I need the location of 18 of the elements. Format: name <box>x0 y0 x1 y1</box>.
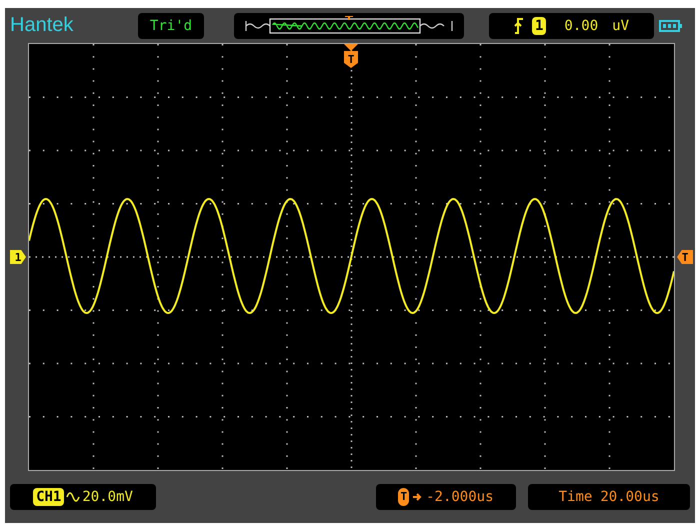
trigger-position-arrow-icon <box>344 44 358 51</box>
timebase-label: Time <box>558 489 592 505</box>
battery-icon <box>659 20 683 32</box>
trigger-level-unit: uV <box>612 18 629 34</box>
position-value: -2.000us <box>426 489 494 505</box>
trigger-level-marker[interactable]: T <box>677 250 693 264</box>
timebase-value: 20.00us <box>600 489 660 505</box>
channel-marker[interactable]: 1 <box>10 250 26 264</box>
brand-logo: Hantek <box>10 14 74 37</box>
trigger-position-icon: T <box>398 488 410 506</box>
channel-scale: 20.0mV <box>82 489 133 505</box>
right-arrow-icon <box>413 492 422 502</box>
rising-edge-icon <box>514 18 524 34</box>
channel-label: CH1 <box>33 488 64 506</box>
trigger-source: 1 <box>532 16 546 34</box>
trigger-level: 0.00 <box>564 18 598 34</box>
trigger-status: Tri'd <box>138 12 204 38</box>
ac-coupling-icon <box>66 491 80 503</box>
